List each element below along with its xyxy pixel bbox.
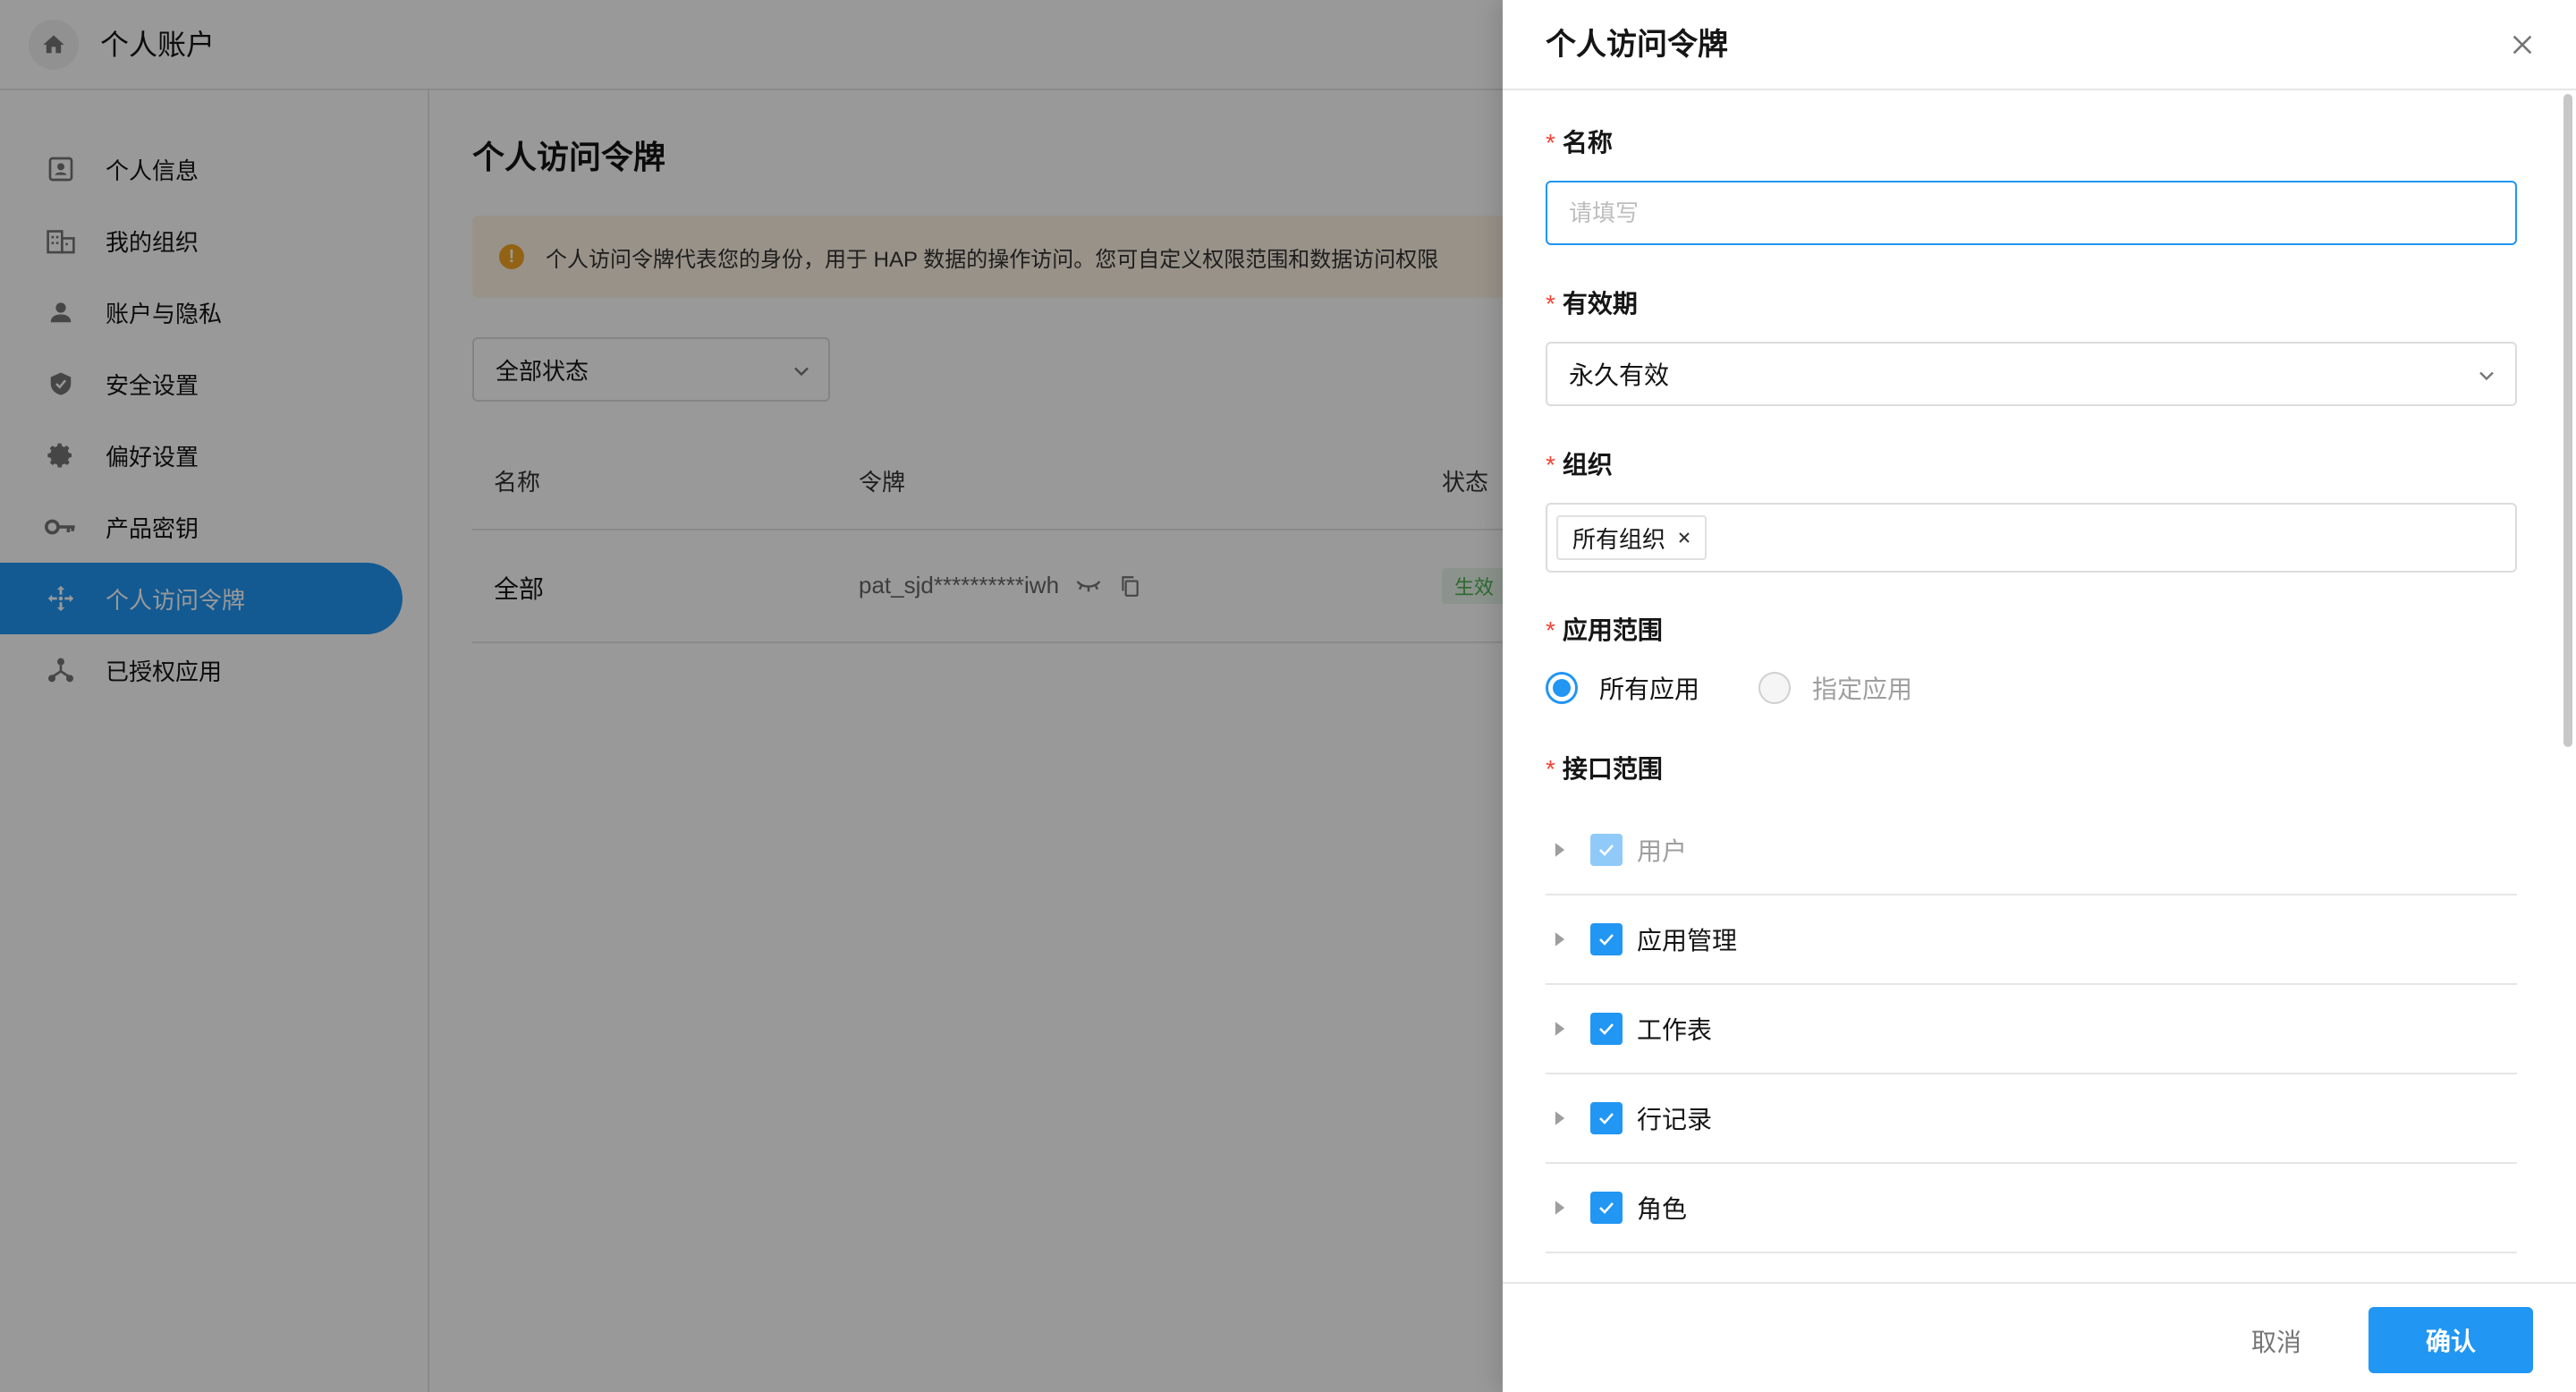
check-icon: [1599, 845, 1614, 856]
radio-all-apps[interactable]: 所有应用: [1546, 670, 1699, 706]
radio-specific-apps[interactable]: 指定应用: [1758, 670, 1912, 706]
caret-right-icon[interactable]: [1549, 1108, 1571, 1129]
tree-row-label: 用户: [1637, 837, 1688, 865]
radio-label: 所有应用: [1599, 675, 1700, 703]
organization-label: * 组织: [1546, 451, 1613, 479]
confirm-button[interactable]: 确认: [2368, 1307, 2533, 1373]
name-input[interactable]: [1546, 181, 2517, 245]
required-mark: *: [1546, 755, 1555, 783]
expiry-value: 永久有效: [1569, 361, 1670, 389]
cancel-button[interactable]: 取消: [2209, 1309, 2343, 1373]
tree-row-label: 应用管理: [1637, 927, 1738, 955]
required-mark: *: [1546, 290, 1555, 318]
radio-unselected-indicator: [1758, 672, 1792, 704]
check-icon: [1599, 1023, 1614, 1035]
caret-right-icon[interactable]: [1549, 1197, 1571, 1218]
tree-row-label: 行记录: [1637, 1106, 1713, 1133]
tree-row-label: 工作表: [1637, 1016, 1713, 1044]
drawer-body: *名称 *有效期 永久有效 *组织 所有组织 *应用范围 所有应用 指定应用: [1503, 90, 2576, 1282]
expiry-label: * 有效期: [1546, 290, 1638, 318]
checkbox-users[interactable]: [1590, 834, 1623, 866]
required-mark: *: [1546, 129, 1555, 157]
checkbox-app-management[interactable]: [1590, 923, 1623, 955]
checkbox-records[interactable]: [1590, 1102, 1623, 1134]
tree-row-records: 行记录: [1546, 1074, 2517, 1164]
radio-selected-indicator: [1546, 672, 1578, 704]
tree-row-roles: 角色: [1546, 1164, 2517, 1253]
close-button[interactable]: [2504, 27, 2540, 63]
drawer-footer: 取消 确认: [1503, 1282, 2576, 1392]
chevron-down-icon: [2479, 371, 2494, 381]
tree-row-worksheets: 工作表: [1546, 985, 2517, 1074]
required-mark: *: [1546, 616, 1555, 644]
tree-row-users: 用户: [1546, 806, 2517, 895]
check-icon: [1599, 1113, 1614, 1125]
required-mark: *: [1546, 451, 1555, 479]
scrollbar[interactable]: [2563, 94, 2572, 747]
tree-row-label: 角色: [1637, 1195, 1688, 1223]
close-icon: [2512, 35, 2532, 55]
radio-label: 指定应用: [1812, 675, 1913, 703]
check-icon: [1599, 1202, 1614, 1214]
drawer-header: 个人访问令牌: [1503, 0, 2576, 90]
token-drawer: 个人访问令牌 *名称 *有效期 永久有效 *组织 所有组织 *应用范围 所有应用: [1503, 0, 2576, 1392]
caret-right-icon[interactable]: [1549, 839, 1571, 861]
expiry-select[interactable]: 永久有效: [1546, 342, 2517, 406]
checkbox-worksheets[interactable]: [1590, 1013, 1623, 1045]
checkbox-roles[interactable]: [1590, 1192, 1623, 1224]
organization-tag: 所有组织: [1556, 515, 1707, 560]
api-scope-label: * 接口范围: [1546, 755, 1663, 783]
caret-right-icon[interactable]: [1549, 929, 1571, 950]
drawer-title: 个人访问令牌: [1546, 28, 1728, 62]
tree-row-app-management: 应用管理: [1546, 895, 2517, 985]
name-label: * 名称: [1546, 129, 1613, 157]
tag-remove-icon[interactable]: [1676, 530, 1692, 546]
check-icon: [1599, 934, 1614, 946]
app-scope-radio-group: 所有应用 指定应用: [1546, 670, 1971, 706]
caret-right-icon[interactable]: [1549, 1018, 1571, 1040]
app-scope-label: * 应用范围: [1546, 616, 1663, 644]
organization-select[interactable]: 所有组织: [1546, 503, 2517, 573]
organization-tag-label: 所有组织: [1572, 525, 1666, 553]
